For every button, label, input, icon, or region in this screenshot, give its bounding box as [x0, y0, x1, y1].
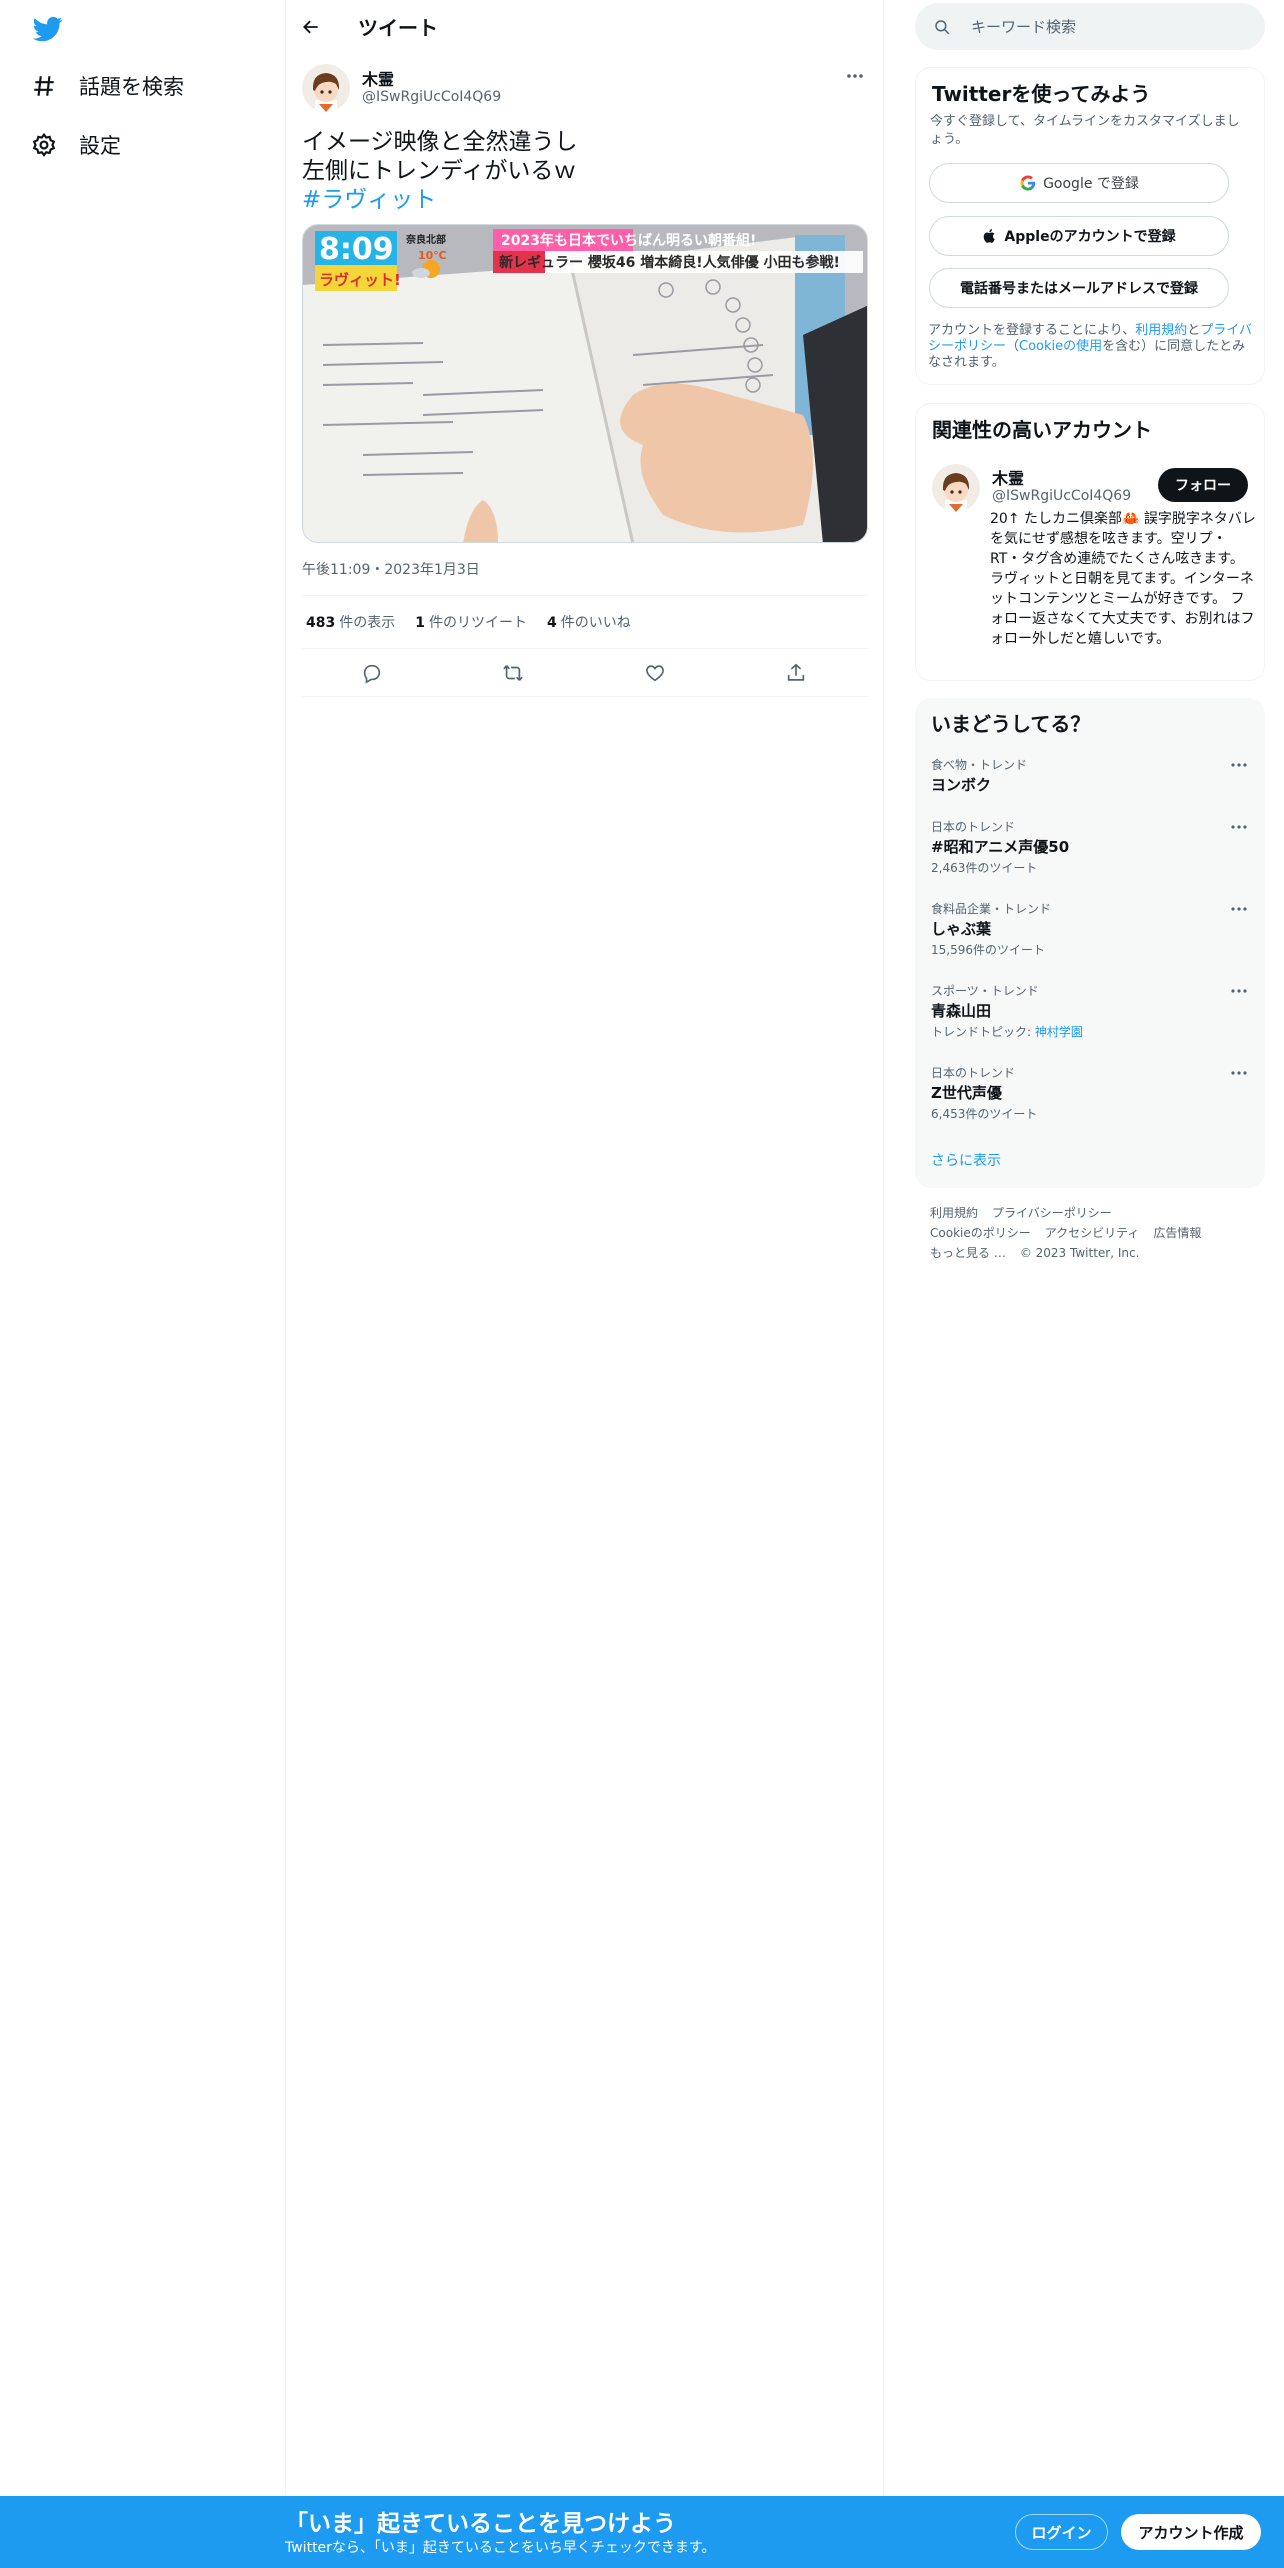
trends-title: いまどうしてる？: [931, 712, 1091, 736]
banner-subtitle: Twitterなら、「いま」起きていることをいち早くチェックできます。: [285, 2540, 716, 2556]
copyright-text: © 2023 Twitter, Inc.: [1019, 1246, 1140, 1260]
image-temp-text: 10℃: [418, 249, 447, 262]
tweet-text-line: イメージ映像と全然違うし: [302, 129, 578, 155]
search-icon: [933, 18, 951, 36]
trend-more-icon[interactable]: [1228, 754, 1250, 776]
gear-icon: [31, 132, 57, 158]
phone-email-signup-label: 電話番号またはメールアドレスで登録: [960, 281, 1198, 297]
google-signup-button[interactable]: Google で登録: [929, 163, 1229, 203]
likes-stat[interactable]: 4 件のいいね: [547, 612, 631, 632]
show-more-link[interactable]: さらに表示: [931, 1150, 1001, 1170]
image-clock-text: 8:09: [319, 232, 394, 267]
twitter-bird-icon[interactable]: [31, 14, 65, 44]
author-avatar[interactable]: [302, 64, 350, 112]
tweet-stats: 483 件の表示 1 件のリツイート 4 件のいいね: [302, 595, 868, 649]
signup-title: Twitterを使ってみよう: [932, 82, 1151, 106]
footer-link[interactable]: 利用規約: [930, 1206, 978, 1220]
signup-legal-text: アカウントを登録することにより、利用規約とプライバシーポリシー（Cookieの使…: [928, 323, 1253, 370]
trend-more-icon[interactable]: [1228, 898, 1250, 920]
back-arrow-icon: [301, 17, 321, 37]
login-banner: 「いま」起きていることを見つけよう Twitterなら、「いま」起きていることを…: [0, 2496, 1284, 2568]
phone-email-signup-button[interactable]: 電話番号またはメールアドレスで登録: [929, 268, 1229, 308]
trend-item[interactable]: 食料品企業・トレンド しゃぶ葉 15,596件のツイート: [915, 900, 1265, 978]
more-dots-icon: [846, 73, 864, 79]
related-avatar[interactable]: [932, 464, 980, 512]
footer-links: 利用規約 プライバシーポリシー Cookieのポリシー アクセシビリティ 広告情報 も…: [930, 1203, 1260, 1263]
image-logo-text: ラヴィット!: [319, 271, 401, 289]
image-weather-text: 奈良北部: [405, 233, 446, 246]
signup-card: Twitterを使ってみよう 今すぐ登録して、タイムラインをカスタマイズしましょ…: [915, 67, 1265, 385]
related-title: 関連性の高いアカウント: [932, 418, 1152, 442]
tweet-image[interactable]: 8:09 ラヴィット! 奈良北部 10℃ 2023年も日本でいちばん明るい朝番組…: [302, 224, 868, 543]
apple-logo-icon: [982, 227, 998, 245]
views-stat[interactable]: 483 件の表示: [306, 612, 395, 632]
follow-button[interactable]: フォロー: [1158, 468, 1248, 502]
tweet-text: イメージ映像と全然違うし 左側にトレンディがいるｗ #ラヴィット: [302, 128, 862, 215]
nav-explore[interactable]: 話題を検索: [31, 64, 184, 108]
create-account-button[interactable]: アカウント作成: [1121, 2514, 1261, 2550]
login-button[interactable]: ログイン: [1015, 2514, 1108, 2550]
author-handle[interactable]: @ISwRgiUcCoI4Q69: [362, 89, 501, 105]
more-options-button[interactable]: [844, 65, 866, 87]
main-column: ツイート 木霊 @ISwRgiUcCoI4Q69 イメージ映像と全然違うし 左側…: [286, 0, 884, 2500]
share-icon[interactable]: [784, 661, 808, 685]
hashtag-link[interactable]: #ラヴィット: [302, 186, 862, 215]
apple-signup-label: Appleのアカウントで登録: [1004, 229, 1176, 245]
footer-link[interactable]: アクセシビリティ: [1045, 1226, 1140, 1240]
like-icon[interactable]: [643, 661, 667, 685]
nav-explore-label: 話題を検索: [79, 75, 184, 99]
footer-link[interactable]: Cookieのポリシー: [930, 1226, 1031, 1240]
retweets-stat[interactable]: 1 件のリツイート: [415, 612, 527, 632]
search-bar[interactable]: [915, 3, 1265, 50]
retweet-icon[interactable]: [501, 661, 525, 685]
apple-signup-button[interactable]: Appleのアカウントで登録: [929, 216, 1229, 256]
related-accounts-card: 関連性の高いアカウント 木霊 @ISwRgiUcCoI4Q69 フォロー 20↑…: [915, 403, 1265, 681]
nav-settings[interactable]: 設定: [31, 123, 121, 167]
trend-item[interactable]: 日本のトレンド Z世代声優 6,453件のツイート: [915, 1064, 1265, 1142]
tweet-timestamp[interactable]: 午後11:09・2023年1月3日: [302, 559, 480, 579]
tweet-actions: [302, 649, 868, 697]
tweet-text-line: 左側にトレンディがいるｗ: [302, 158, 577, 184]
footer-link[interactable]: 広告情報: [1153, 1226, 1201, 1240]
footer-link[interactable]: もっと見る …: [930, 1246, 1006, 1260]
footer-link[interactable]: プライバシーポリシー: [992, 1206, 1112, 1220]
trend-item[interactable]: スポーツ・トレンド 青森山田 トレンドトピック: 神村学園: [915, 982, 1265, 1060]
trends-card: いまどうしてる？ 食べ物・トレンド ヨンボク 日本のトレンド #昭和アニメ声優5…: [915, 698, 1265, 1188]
author-name[interactable]: 木霊: [362, 66, 394, 90]
trend-more-icon[interactable]: [1228, 816, 1250, 838]
left-sidebar: 話題を検索 設定: [0, 0, 286, 2500]
trend-more-icon[interactable]: [1228, 980, 1250, 1002]
terms-link[interactable]: 利用規約: [1135, 323, 1187, 338]
reply-icon[interactable]: [360, 661, 384, 685]
signup-subtitle: 今すぐ登録して、タイムラインをカスタマイズしましょう。: [930, 114, 1240, 147]
page-title: ツイート: [358, 16, 438, 40]
nav-settings-label: 設定: [79, 134, 121, 158]
trend-topic-link[interactable]: 神村学園: [1035, 1025, 1083, 1039]
trend-item[interactable]: 日本のトレンド #昭和アニメ声優50 2,463件のツイート: [915, 818, 1265, 896]
related-bio: 20↑ たしカニ倶楽部🦀 誤字脱字ネタバレを気にせず感想を呟きます。空リプ・RT…: [990, 511, 1256, 647]
image-caption-top: 2023年も日本でいちばん明るい朝番組!: [501, 232, 756, 249]
tweet-header: ツイート: [286, 0, 883, 54]
google-signup-label: Google で登録: [1043, 176, 1139, 192]
cookie-use-link[interactable]: Cookieの使用: [1019, 339, 1102, 354]
trend-more-icon[interactable]: [1228, 1062, 1250, 1084]
related-handle[interactable]: @ISwRgiUcCoI4Q69: [992, 488, 1131, 504]
back-button[interactable]: [296, 12, 326, 42]
image-caption-bottom: 新レギュラー 櫻坂46 増本綺良!人気俳優 小田も参戦!: [499, 254, 840, 271]
hashtag-icon: [31, 73, 57, 99]
related-name[interactable]: 木霊: [992, 465, 1024, 489]
banner-title: 「いま」起きていることを見つけよう: [285, 2511, 676, 2537]
google-logo-icon: [1019, 174, 1037, 192]
search-input[interactable]: [969, 16, 1229, 37]
